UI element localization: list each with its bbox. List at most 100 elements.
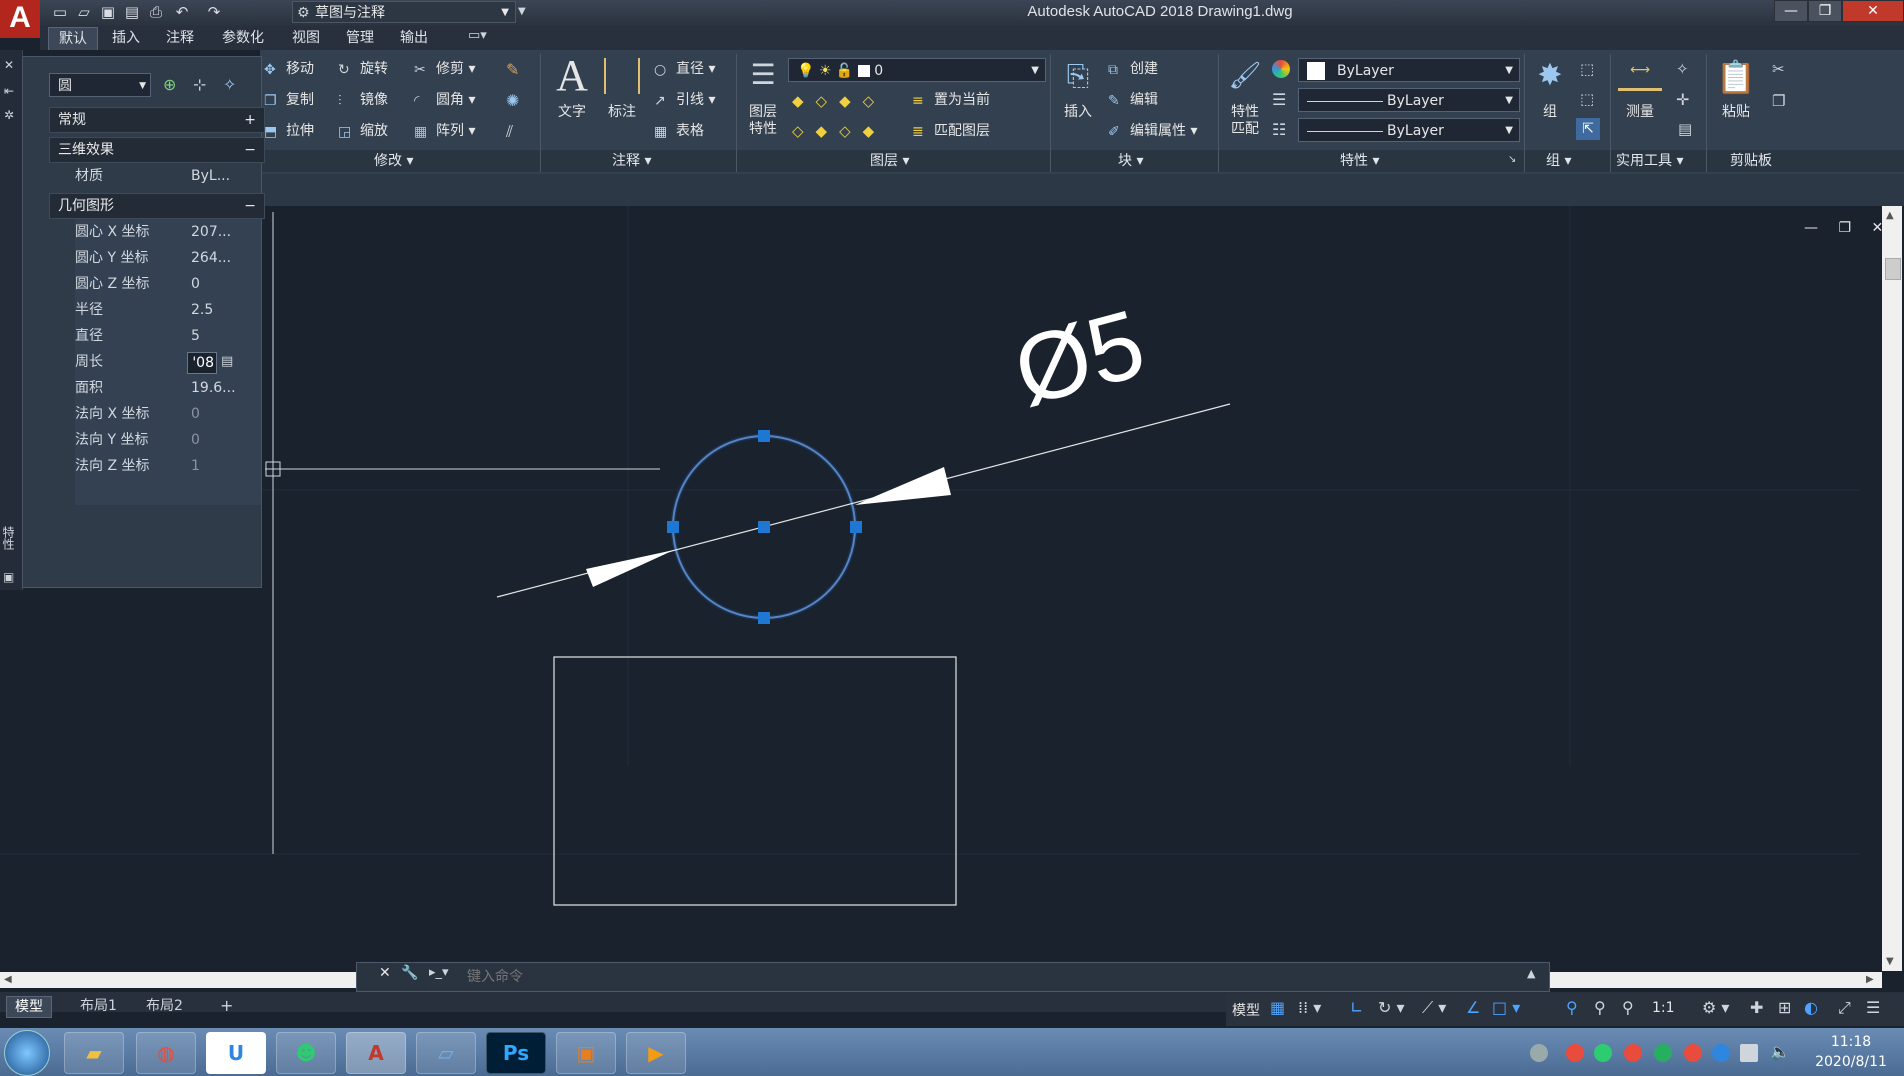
fullscreen-icon[interactable]: ⤢ [1838, 998, 1851, 1018]
isodraft-icon[interactable]: ⟋ ▾ [1422, 998, 1446, 1018]
model-space-toggle[interactable]: 模型 [1232, 1000, 1260, 1020]
open-file-icon[interactable]: ▱ [74, 2, 94, 22]
property-row[interactable]: 面积 19.6... [45, 375, 261, 401]
color-wheel-icon[interactable] [1272, 60, 1290, 78]
paste-icon[interactable]: 📋 [1716, 56, 1756, 98]
powerpoint-icon[interactable]: ▣ [556, 1032, 616, 1074]
property-row[interactable]: 圆心 Y 坐标 264... [45, 245, 261, 271]
maximize-button[interactable]: ❐ [1808, 0, 1842, 22]
explode-icon[interactable]: ✺ [506, 91, 519, 110]
qat-customize-icon[interactable]: ▼ [518, 2, 532, 22]
move-button[interactable]: ✥ 移动 [264, 60, 314, 78]
edit-attributes-button[interactable]: ✐ 编辑属性 ▾ [1108, 122, 1197, 140]
auto-scale-icon[interactable]: ⚲ [1594, 998, 1606, 1017]
save-icon[interactable]: ▣ [98, 2, 118, 22]
command-prompt-icon[interactable]: ▸_▾ [429, 965, 449, 980]
palette-title-strip[interactable]: ✕ ⇤ ✲ 特性 ▣ [0, 50, 23, 590]
color-dropdown[interactable]: ByLayer ▼ [1298, 58, 1520, 82]
match-properties-label[interactable]: 特性 匹配 [1224, 104, 1266, 138]
scroll-right-icon[interactable]: ▶ [1866, 974, 1874, 985]
grips[interactable] [667, 430, 862, 624]
security-icon[interactable] [1566, 1044, 1584, 1062]
section-geometry[interactable]: 几何图形 − [49, 193, 265, 219]
panel-title-block[interactable]: 块 ▾ [1118, 151, 1143, 171]
clock[interactable]: 11:18 2020/8/11 [1806, 1032, 1896, 1072]
panel-title-clipboard[interactable]: 剪贴板 [1730, 151, 1772, 171]
calculator-icon[interactable]: ▤ [221, 349, 233, 375]
tab-insert[interactable]: 插入 [102, 27, 150, 49]
measure-label[interactable]: 测量 [1620, 104, 1660, 121]
start-button[interactable] [4, 1030, 50, 1076]
panel-title-annotation[interactable]: 注释 ▾ [612, 151, 651, 171]
application-menu-button[interactable]: A [0, 0, 40, 38]
tab-output[interactable]: 输出 [390, 27, 438, 49]
tab-view[interactable]: 视图 [282, 27, 330, 49]
cut-icon[interactable]: ✂ [1772, 60, 1785, 78]
leader-button[interactable]: ↗ 引线 ▾ [654, 91, 715, 109]
print-icon[interactable]: ⎙ [146, 2, 166, 22]
command-line[interactable]: ✕ 🔧 ▸_▾ ▲ [356, 962, 1550, 992]
vertical-scrollbar[interactable]: ▲ ▼ [1882, 206, 1902, 971]
minimize-button[interactable]: — [1774, 0, 1808, 22]
panel-title-utilities[interactable]: 实用工具 ▾ [1616, 151, 1683, 171]
panel-title-groups[interactable]: 组 ▾ [1546, 151, 1571, 171]
diameter-button[interactable]: ○ 直径 ▾ [654, 60, 715, 78]
annotation-scale-icon[interactable]: ⚲ [1622, 998, 1634, 1017]
shield-icon[interactable] [1594, 1044, 1612, 1062]
autocad-taskbar-icon[interactable]: A [346, 1032, 406, 1074]
property-row-circumference[interactable]: 周长 '08 ▤ [45, 349, 261, 375]
panel-title-layers[interactable]: 图层 ▾ [870, 151, 909, 171]
command-input[interactable] [465, 966, 1489, 988]
media-player-icon[interactable]: ▶ [626, 1032, 686, 1074]
group-edit-icon[interactable]: ⬚ [1580, 90, 1594, 108]
tab-annotate[interactable]: 注释 [156, 27, 204, 49]
group-selection-icon[interactable]: ⇱ [1576, 118, 1600, 140]
property-row-material[interactable]: 材质 ByL... [45, 163, 261, 189]
keyboard-icon[interactable] [1530, 1044, 1548, 1062]
group-label[interactable]: 组 [1530, 104, 1570, 121]
undo-icon[interactable]: ↶ [172, 2, 192, 22]
rotate-button[interactable]: ↻ 旋转 [338, 60, 388, 78]
linetype-dropdown[interactable]: ByLayer ▼ [1298, 88, 1520, 112]
panel-title-modify[interactable]: 修改 ▾ [374, 151, 413, 171]
set-current-button[interactable]: ≡ 置为当前 [912, 91, 990, 109]
fillet-button[interactable]: ◜ 圆角 ▾ [414, 91, 475, 109]
workspace-gear-icon[interactable]: ⚙ ▾ [1702, 998, 1729, 1017]
layer-dropdown[interactable]: 💡 ☀ 🔓 0 ▼ [788, 58, 1046, 82]
property-row[interactable]: 法向 X 坐标 0 [45, 401, 261, 427]
linetype-icon[interactable]: ☰ [1272, 90, 1286, 109]
volume-icon[interactable]: 🔈 [1770, 1042, 1790, 1061]
tab-default[interactable]: 默认 [48, 27, 98, 50]
cmdline-close-icon[interactable]: ✕ [379, 965, 391, 981]
file-explorer-icon[interactable]: ▰ [64, 1032, 124, 1074]
insert-block-icon[interactable]: ⎘ [1058, 58, 1098, 94]
section-general[interactable]: 常规 + [49, 107, 265, 133]
customization-menu-icon[interactable]: ☰ [1866, 998, 1880, 1017]
ribbon-display-toggle-icon[interactable]: ▭▾ [468, 28, 502, 46]
property-row[interactable]: 法向 Z 坐标 1 [45, 453, 261, 479]
network-icon[interactable] [1740, 1044, 1758, 1062]
dimension-tool-label[interactable]: 标注 [602, 104, 642, 121]
record-icon[interactable] [1624, 1044, 1642, 1062]
quick-select-icon[interactable]: ✧ [223, 75, 236, 94]
tray-wechat-icon[interactable] [1654, 1044, 1672, 1062]
annotation-visibility-icon[interactable]: ⚲ [1566, 998, 1578, 1017]
section-3d-effects[interactable]: 三维效果 − [49, 137, 265, 163]
copy-button[interactable]: ❐ 复制 [264, 91, 314, 109]
tab-manage[interactable]: 管理 [336, 27, 384, 49]
trim-button[interactable]: ✂ 修剪 ▾ [414, 60, 475, 78]
offset-icon[interactable]: ⫽ [506, 122, 513, 142]
scroll-thumb[interactable] [1885, 258, 1901, 280]
tab-model[interactable]: 模型 [6, 996, 52, 1018]
point-icon[interactable]: ✛ [1676, 90, 1689, 109]
viewport-controls[interactable]: — ❐ ✕ [1804, 220, 1891, 236]
layer-tools-row-1[interactable]: ◆◇◆◇ [792, 92, 886, 110]
match-layer-button[interactable]: ≣ 匹配图层 [912, 122, 990, 140]
polar-icon[interactable]: ↻ ▾ [1378, 998, 1405, 1017]
wechat-icon[interactable]: ☻ [276, 1032, 336, 1074]
workspace-switcher[interactable]: ⚙ 草图与注释 ▼ [292, 1, 516, 23]
erase-icon[interactable]: ✎ [506, 60, 519, 79]
panel-title-properties[interactable]: 特性 ▾ [1340, 151, 1379, 171]
add-layout-icon[interactable]: + [212, 996, 241, 1016]
layer-properties-icon[interactable]: ☰ [746, 58, 780, 92]
